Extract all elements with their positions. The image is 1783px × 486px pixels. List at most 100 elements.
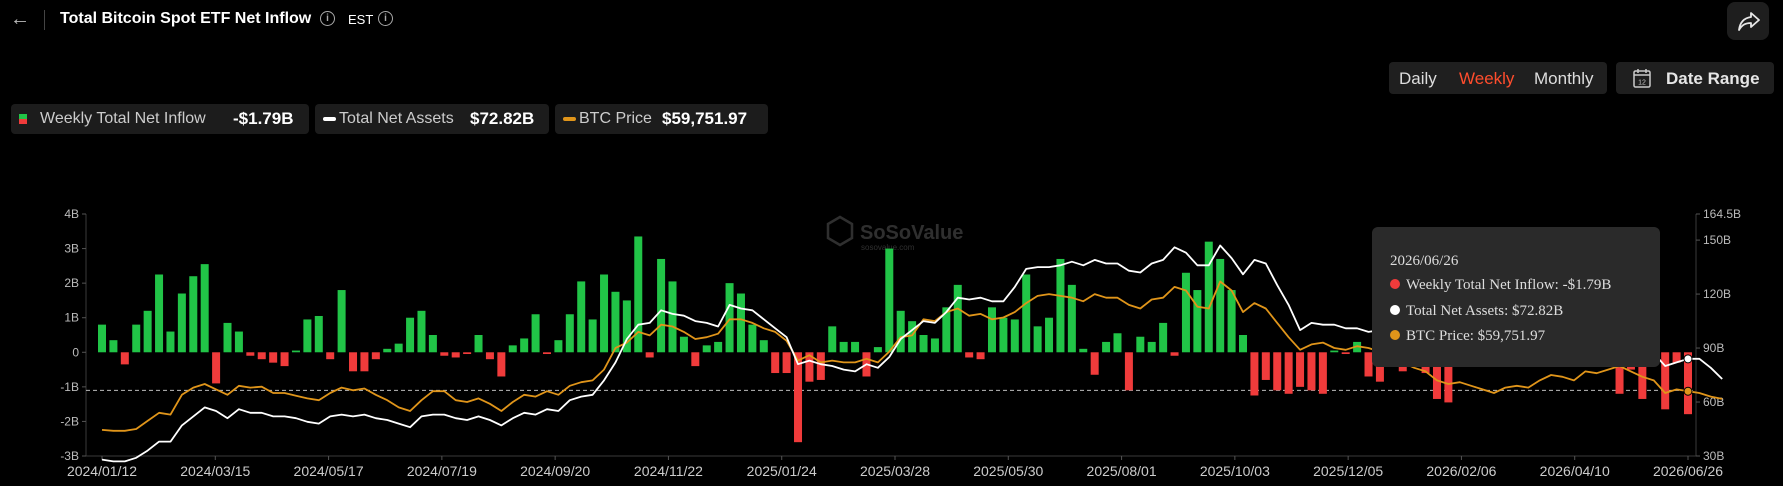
inflow-bar xyxy=(1204,241,1213,353)
inflow-bar xyxy=(1227,290,1236,353)
inflow-bar xyxy=(223,322,232,353)
x-tick-label: 2026/04/10 xyxy=(1540,463,1610,479)
left-tick-label: 2B xyxy=(64,276,79,290)
inflow-bar xyxy=(1090,352,1099,375)
inflow-bar xyxy=(645,352,654,358)
x-tick-label: 2026/06/26 xyxy=(1653,463,1723,479)
inflow-bar xyxy=(1239,335,1248,353)
x-tick-label: 2024/09/20 xyxy=(520,463,590,479)
inflow-bar xyxy=(725,283,734,353)
inflow-bar xyxy=(1147,341,1156,353)
inflow-bar xyxy=(1010,319,1019,353)
inflow-bar xyxy=(497,352,506,377)
x-tick-label: 2026/02/06 xyxy=(1426,463,1496,479)
right-tick-label: 30B xyxy=(1703,449,1724,463)
inflow-bar xyxy=(406,317,415,353)
tooltip-dot xyxy=(1390,279,1400,289)
inflow-bar xyxy=(212,352,221,384)
inflow-bar xyxy=(474,335,483,353)
inflow-bar xyxy=(177,293,186,353)
inflow-bar xyxy=(1136,336,1145,353)
inflow-bar xyxy=(919,335,928,353)
inflow-bar xyxy=(542,352,551,355)
inflow-bar xyxy=(1330,350,1339,353)
inflow-bar xyxy=(234,331,243,353)
inflow-bar xyxy=(120,352,129,365)
inflow-bar xyxy=(291,350,300,353)
inflow-bar xyxy=(930,338,939,353)
inflow-bar xyxy=(1661,352,1670,410)
inflow-bar xyxy=(577,281,586,353)
x-tick-label: 2025/12/05 xyxy=(1313,463,1383,479)
left-tick-label: 3B xyxy=(64,242,79,256)
inflow-bar xyxy=(383,348,392,353)
tooltip-price-text: BTC Price: $59,751.97 xyxy=(1406,328,1546,344)
inflow-bar xyxy=(1250,352,1259,396)
x-tick-label: 2024/03/15 xyxy=(180,463,250,479)
tooltip-inflow-text: Weekly Total Net Inflow: -$1.79B xyxy=(1406,277,1612,293)
inflow-bar xyxy=(611,291,620,353)
inflow-bar xyxy=(143,310,152,353)
inflow-bar xyxy=(337,290,346,353)
left-tick-label: -3B xyxy=(60,449,79,463)
inflow-bar xyxy=(1341,352,1350,355)
inflow-bar xyxy=(1102,341,1111,353)
inflow-bar xyxy=(1022,274,1031,353)
x-tick-label: 2024/11/22 xyxy=(634,463,703,479)
inflow-bar xyxy=(303,319,312,353)
inflow-bar xyxy=(873,347,882,353)
inflow-bar xyxy=(668,281,677,353)
inflow-bar xyxy=(702,345,711,353)
inflow-bar xyxy=(1045,317,1054,353)
inflow-bar xyxy=(132,324,141,353)
inflow-bar xyxy=(714,341,723,353)
inflow-bar xyxy=(1296,352,1305,387)
inflow-bar xyxy=(1067,284,1076,353)
inflow-bar xyxy=(953,284,962,353)
assets-hover-marker xyxy=(1683,354,1693,364)
inflow-bar xyxy=(828,326,837,353)
right-tick-label: 120B xyxy=(1703,287,1731,301)
left-tick-label: -1B xyxy=(60,380,79,394)
inflow-bar xyxy=(1124,352,1133,391)
inflow-bar xyxy=(1113,333,1122,353)
watermark-brand: SoSoValue xyxy=(860,222,963,244)
inflow-bar xyxy=(736,293,745,353)
tooltip-date: 2026/06/26 xyxy=(1390,253,1459,269)
inflow-bar xyxy=(394,343,403,353)
inflow-bar xyxy=(1273,352,1282,391)
inflow-bar xyxy=(885,248,894,353)
inflow-bar xyxy=(508,345,517,353)
left-tick-label: 1B xyxy=(64,311,79,325)
right-tick-label: 150B xyxy=(1703,233,1731,247)
tooltip-inflow: Weekly Total Net Inflow: -$1.79B xyxy=(1390,277,1611,294)
inflow-bar xyxy=(691,352,700,367)
inflow-bar xyxy=(987,307,996,353)
x-tick-label: 2025/08/01 xyxy=(1087,463,1157,479)
inflow-bar xyxy=(1079,348,1088,353)
left-tick-label: 0 xyxy=(72,345,79,359)
inflow-bar xyxy=(520,338,529,353)
inflow-bar xyxy=(417,310,426,353)
inflow-bar xyxy=(600,274,609,353)
inflow-bar xyxy=(999,317,1008,353)
inflow-bar xyxy=(269,352,278,363)
inflow-bar xyxy=(1318,352,1327,394)
inflow-bar xyxy=(1307,352,1316,391)
inflow-bar xyxy=(588,319,597,353)
inflow-bar xyxy=(1056,258,1065,353)
inflow-bar xyxy=(485,352,494,360)
chart-tooltip: 2026/06/26 Weekly Total Net Inflow: -$1.… xyxy=(1372,227,1660,367)
inflow-bar xyxy=(1193,290,1202,353)
inflow-bar xyxy=(257,352,266,360)
inflow-bar xyxy=(451,352,460,358)
tooltip-price: BTC Price: $59,751.97 xyxy=(1390,328,1545,345)
inflow-bar xyxy=(200,264,209,353)
inflow-bar xyxy=(166,331,175,353)
inflow-bar xyxy=(1261,352,1270,380)
inflow-bar xyxy=(360,352,369,372)
inflow-bar xyxy=(428,335,437,353)
inflow-bar xyxy=(816,352,825,380)
inflow-bar xyxy=(771,352,780,374)
x-tick-label: 2025/10/03 xyxy=(1200,463,1270,479)
